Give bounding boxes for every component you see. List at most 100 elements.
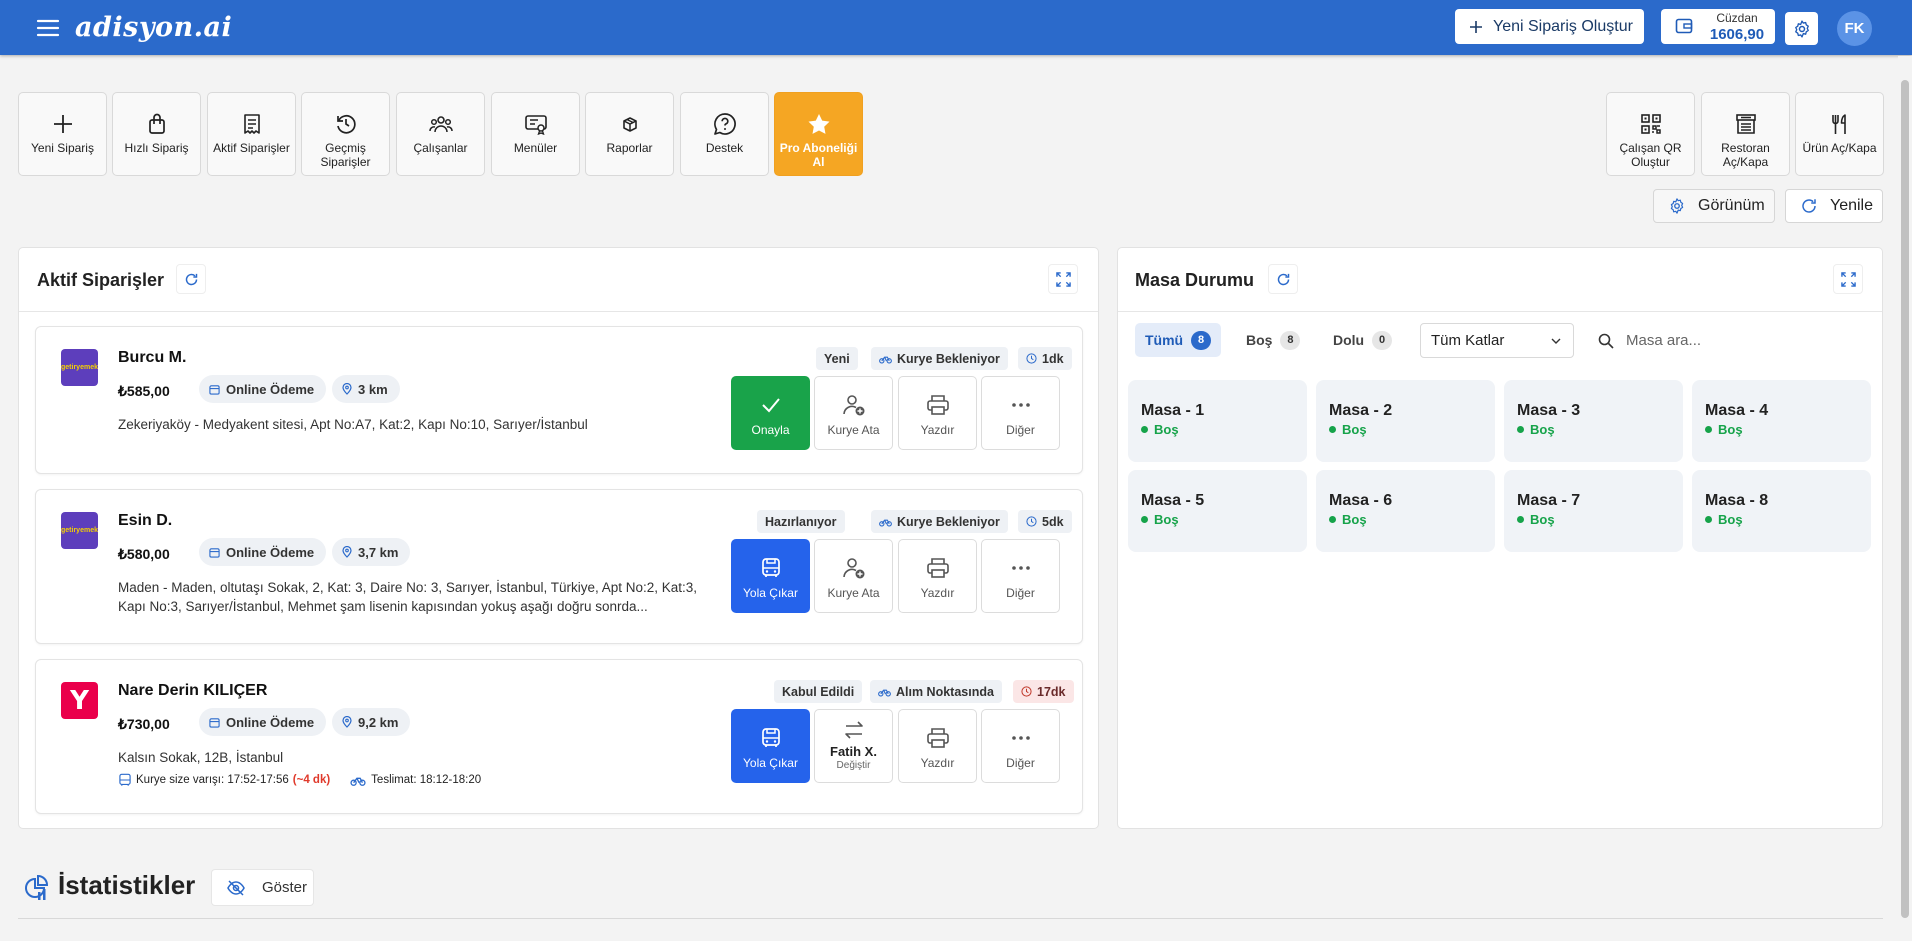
scrollbar-thumb[interactable]: [1901, 80, 1909, 918]
floor-select[interactable]: Tüm Katlar: [1420, 323, 1574, 358]
approve-button[interactable]: Onayla: [731, 376, 810, 450]
filter-tab-count: 0: [1372, 330, 1393, 350]
filter-tab-all[interactable]: Tümü 8: [1135, 323, 1222, 357]
table-card[interactable]: Masa - 5 Boş: [1128, 470, 1307, 552]
users-icon: [428, 113, 453, 135]
yemeksepeti-logo: Y: [61, 682, 98, 719]
refresh-orders-button[interactable]: [176, 264, 206, 294]
show-stats-button[interactable]: Göster: [211, 869, 314, 906]
distance-chip: 9,2 km: [332, 708, 411, 736]
elapsed-time-label: 17dk: [1037, 684, 1066, 699]
more-button[interactable]: Diğer: [981, 376, 1060, 450]
expand-tables-button[interactable]: [1833, 264, 1863, 294]
table-card[interactable]: Masa - 2 Boş: [1316, 380, 1495, 462]
table-card[interactable]: Masa - 4 Boş: [1692, 380, 1871, 462]
quick-menus-button[interactable]: Menüler: [491, 92, 580, 176]
quick-past-orders-button[interactable]: Geçmiş Siparişler: [301, 92, 390, 176]
table-card[interactable]: Masa - 3 Boş: [1504, 380, 1683, 462]
courier-status-label: Kurye Bekleniyor: [897, 514, 1000, 529]
order-status-badge: Hazırlanıyor: [757, 510, 845, 533]
table-card[interactable]: Masa - 6 Boş: [1316, 470, 1495, 552]
wallet-button[interactable]: Cüzdan 1606,90: [1661, 9, 1775, 44]
assign-courier-button[interactable]: Kurye Ata: [814, 376, 893, 450]
approve-label: Onayla: [751, 423, 790, 437]
more-button[interactable]: Diğer: [981, 539, 1060, 613]
table-name: Masa - 1: [1141, 402, 1205, 419]
courier-status-label: Alım Noktasında: [896, 684, 994, 699]
divider: [1118, 311, 1882, 312]
print-button[interactable]: Yazdır: [898, 709, 977, 783]
elapsed-time-badge: 5dk: [1018, 510, 1072, 533]
more-button[interactable]: Diğer: [981, 709, 1060, 783]
product-toggle-button[interactable]: Ürün Aç/Kapa: [1795, 92, 1884, 176]
table-card[interactable]: Masa - 7 Boş: [1504, 470, 1683, 552]
filter-tab-empty[interactable]: Boş 8: [1236, 323, 1310, 357]
change-courier-button[interactable]: Fatih X. Değiştir: [814, 709, 893, 783]
table-card[interactable]: Masa - 1 Boş: [1128, 380, 1307, 462]
plus-icon: [52, 113, 74, 135]
view-settings-label: Görünüm: [1698, 197, 1765, 214]
expand-orders-button[interactable]: [1048, 264, 1078, 294]
quick-new-order-button[interactable]: Yeni Sipariş: [18, 92, 107, 176]
assign-courier-button[interactable]: Kurye Ata: [814, 539, 893, 613]
status-dot: [1329, 426, 1336, 433]
print-label: Yazdır: [920, 586, 955, 600]
status-dot: [1517, 426, 1524, 433]
bus-icon: [760, 556, 782, 580]
star-icon: [807, 113, 831, 135]
employee-qr-button[interactable]: Çalışan QR Oluştur: [1606, 92, 1695, 176]
print-button[interactable]: Yazdır: [898, 376, 977, 450]
refresh-button[interactable]: Yenile: [1785, 189, 1883, 223]
quick-employees-button[interactable]: Çalışanlar: [396, 92, 485, 176]
menu-card-icon: [524, 113, 548, 135]
refresh-tables-button[interactable]: [1268, 264, 1298, 294]
view-settings-button[interactable]: Görünüm: [1653, 189, 1775, 223]
wallet-icon: [1675, 18, 1693, 34]
quick-action-label: Raporlar: [606, 141, 653, 155]
quick-fast-order-button[interactable]: Hızlı Sipariş: [112, 92, 201, 176]
hamburger-menu-icon[interactable]: [36, 16, 60, 40]
dispatch-label: Yola Çıkar: [743, 756, 798, 770]
quick-active-orders-button[interactable]: Aktif Siparişler: [207, 92, 296, 176]
table-name: Masa - 8: [1705, 492, 1769, 509]
distance-label: 9,2 km: [358, 714, 399, 730]
create-order-button[interactable]: Yeni Sipariş Oluştur: [1455, 9, 1644, 44]
quick-action-label: Geçmiş Siparişler: [320, 141, 371, 169]
courier-status-label: Kurye Bekleniyor: [897, 351, 1000, 366]
filter-tab-label: Tümü: [1145, 332, 1184, 348]
refresh-icon: [1802, 199, 1816, 213]
filter-tab-count: 8: [1280, 330, 1301, 350]
active-orders-title: Aktif Siparişler: [37, 270, 165, 290]
app-logo[interactable]: adisyon.ai: [75, 12, 232, 43]
quick-support-button[interactable]: Destek: [680, 92, 769, 176]
table-search[interactable]: [1590, 323, 1866, 358]
print-label: Yazdır: [920, 756, 955, 770]
order-card[interactable]: getiryemek Esin D. ₺580,00 Online Ödeme …: [35, 489, 1083, 644]
quick-reports-button[interactable]: Raporlar: [585, 92, 674, 176]
pro-subscription-button[interactable]: Pro Aboneliği Al: [774, 92, 863, 176]
dispatch-button[interactable]: Yola Çıkar: [731, 539, 810, 613]
order-card[interactable]: getiryemek Burcu M. ₺585,00 Online Ödeme…: [35, 326, 1083, 474]
order-card[interactable]: Y Nare Derin KILIÇER ₺730,00 Online Ödem…: [35, 659, 1083, 814]
elapsed-time-label: 1dk: [1042, 351, 1064, 366]
customer-name: Nare Derin KILIÇER: [118, 682, 268, 699]
restaurant-toggle-button[interactable]: Restoran Aç/Kapa: [1701, 92, 1790, 176]
more-label: Diğer: [1006, 586, 1035, 600]
print-button[interactable]: Yazdır: [898, 539, 977, 613]
courier-eta-row: Kurye size varışı: 17:52-17:56 (~4 dk) T…: [118, 773, 481, 787]
history-icon: [335, 113, 357, 135]
table-card[interactable]: Masa - 8 Boş: [1692, 470, 1871, 552]
status-dot: [1517, 516, 1524, 523]
table-status: Boş: [1517, 512, 1555, 527]
dispatch-button[interactable]: Yola Çıkar: [731, 709, 810, 783]
order-price: ₺585,00: [118, 383, 170, 399]
elapsed-time-label: 5dk: [1042, 514, 1064, 529]
stats-chart-icon: [25, 875, 49, 900]
settings-button[interactable]: [1785, 12, 1818, 45]
table-search-input[interactable]: [1626, 332, 1846, 349]
dispatch-label: Yola Çıkar: [743, 586, 798, 600]
expand-icon: [1840, 271, 1856, 287]
filter-tab-occupied[interactable]: Dolu 0: [1323, 323, 1402, 357]
top-bar: adisyon.ai Yeni Sipariş Oluştur Cüzdan 1…: [0, 0, 1912, 55]
user-avatar[interactable]: FK: [1837, 11, 1872, 46]
